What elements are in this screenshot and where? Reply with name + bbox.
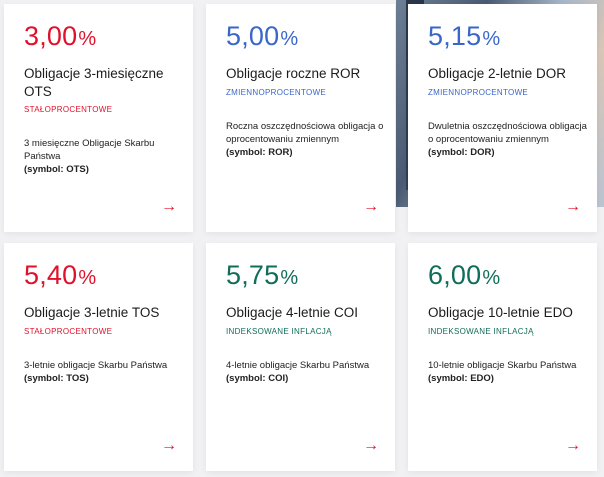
bond-card-tos[interactable]: 5,40% Obligacje 3-letnie TOS STAŁOPROCEN… [4,243,193,471]
bond-title: Obligacje 10-letnie EDO [428,305,573,320]
bond-symbol: (symbol: OTS) [24,164,89,175]
bond-description: 10-letnie obligacje Skarbu Państwa (symb… [428,359,588,385]
bond-symbol: (symbol: EDO) [428,373,494,384]
interest-rate: 5,40% [24,260,97,290]
bond-title: Obligacje 3-miesięczne OTS [24,66,164,99]
bond-card-ror[interactable]: 5,00% Obligacje roczne ROR ZMIENNOPROCEN… [206,4,395,232]
rate-type-label: INDEKSOWANE INFLACJĄ [428,327,534,336]
bond-description: Roczna oszczędnościowa obligacja o oproc… [226,120,386,159]
arrow-right-icon[interactable]: → [363,438,379,454]
interest-rate: 6,00% [428,260,501,290]
bond-symbol: (symbol: ROR) [226,147,293,158]
bond-description: 3-letnie obligacje Skarbu Państwa (symbo… [24,359,184,385]
arrow-right-icon[interactable]: → [363,199,379,215]
arrow-right-icon[interactable]: → [161,199,177,215]
interest-rate: 5,15% [428,21,501,51]
bond-card-ots[interactable]: 3,00% Obligacje 3-miesięczne OTS STAŁOPR… [4,4,193,232]
arrow-right-icon[interactable]: → [565,199,581,215]
bond-card-coi[interactable]: 5,75% Obligacje 4-letnie COI INDEKSOWANE… [206,243,395,471]
arrow-right-icon[interactable]: → [161,438,177,454]
bond-description: Dwuletnia oszczędnościowa obligacja o op… [428,121,587,158]
interest-rate: 5,00% [226,21,299,51]
bond-symbol: (symbol: DOR) [428,147,495,158]
bond-title: Obligacje 2-letnie DOR [428,66,567,81]
bond-card-edo[interactable]: 6,00% Obligacje 10-letnie EDO INDEKSOWAN… [408,243,597,471]
rate-type-label: INDEKSOWANE INFLACJĄ [226,327,332,336]
bond-title: Obligacje roczne ROR [226,66,361,81]
bond-description: 3 miesięczne Obligacje Skarbu Państwa (s… [24,137,184,176]
bond-symbol: (symbol: TOS) [24,373,89,384]
rate-type-label: ZMIENNOPROCENTOWE [428,88,529,97]
bond-title: Obligacje 3-letnie TOS [24,305,160,320]
rate-type-label: STAŁOPROCENTOWE [24,105,113,114]
rate-type-label: STAŁOPROCENTOWE [24,327,113,336]
rate-type-label: ZMIENNOPROCENTOWE [226,88,327,97]
bond-symbol: (symbol: COI) [226,373,289,384]
interest-rate: 5,75% [226,260,299,290]
bond-description: 4-letnie obligacje Skarbu Państwa (symbo… [226,359,386,385]
bond-card-dor[interactable]: 5,15% Obligacje 2-letnie DOR ZMIENNOPROC… [408,4,597,232]
bond-title: Obligacje 4-letnie COI [226,305,359,320]
interest-rate: 3,00% [24,21,97,51]
arrow-right-icon[interactable]: → [565,438,581,454]
